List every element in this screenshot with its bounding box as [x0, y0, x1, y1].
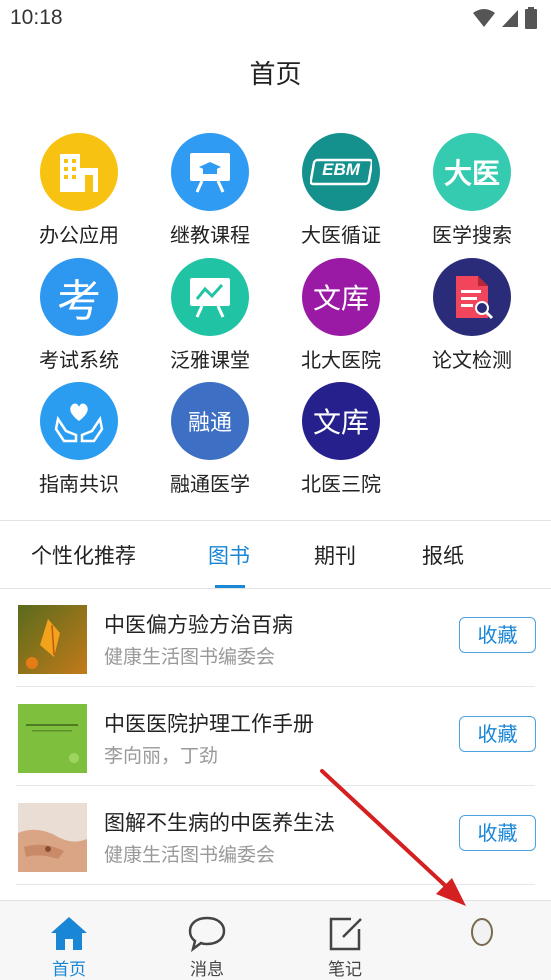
app-office[interactable]: 办公应用	[14, 130, 144, 248]
home-icon	[51, 917, 87, 950]
nav-notes[interactable]: 笔记	[276, 901, 414, 980]
nav-label: 消息	[190, 960, 224, 980]
app-rongtong-medicine[interactable]: 融通 融通医学	[145, 379, 275, 497]
signal-icon	[502, 10, 518, 27]
nav-home[interactable]: 首页	[0, 901, 138, 980]
book-author: 健康生活图书编委会	[104, 646, 276, 668]
book-list-item[interactable]: 中医医院护理工作手册 李向丽，丁劲 收藏	[0, 688, 551, 786]
app-medical-search[interactable]: 大医 医学搜索	[407, 130, 537, 248]
status-bar: 10:18	[0, 0, 551, 38]
exam-icon: 考	[40, 258, 118, 336]
library-logo-text: 文库	[312, 406, 369, 439]
app-label: 北医三院	[301, 472, 381, 496]
heart-hands-icon	[40, 382, 118, 460]
book-cover	[18, 803, 87, 872]
library-logo-text: 文库	[312, 282, 369, 315]
ebm-logo-icon: EBM	[302, 133, 380, 211]
book-list-item[interactable]: 图解不生病的中医养生法 健康生活图书编委会 收藏	[0, 787, 551, 885]
daiyi-logo-text: 大医	[443, 157, 500, 190]
favorite-button[interactable]: 收藏	[459, 716, 536, 752]
row-divider	[16, 884, 535, 885]
ebm-logo-text: EBM	[322, 160, 360, 179]
office-building-icon	[40, 133, 118, 211]
row-divider	[16, 686, 535, 687]
rongtong-logo-text: 融通	[187, 411, 232, 436]
content-tabs: 个性化推荐 图书 期刊 报纸	[0, 522, 551, 588]
tab-books[interactable]: 图书	[208, 540, 250, 570]
favorite-button[interactable]: 收藏	[459, 617, 536, 653]
tab-recommended[interactable]: 个性化推荐	[31, 540, 136, 570]
rongtong-logo-icon: 融通	[171, 382, 249, 460]
book-author: 李向丽，丁劲	[104, 745, 219, 767]
app-label: 大医循证	[301, 223, 381, 247]
book-title: 图解不生病的中医养生法	[104, 811, 335, 835]
exam-logo-text: 考	[57, 276, 101, 327]
book-cover	[18, 704, 87, 773]
note-edit-icon	[329, 917, 362, 951]
app-label: 医学搜索	[432, 223, 512, 247]
app-label: 泛雅课堂	[170, 348, 250, 372]
tab-newspapers[interactable]: 报纸	[422, 540, 464, 570]
app-pku-hospital[interactable]: 文库 北大医院	[276, 255, 406, 373]
daiyi-logo-icon: 大医	[433, 133, 511, 211]
app-label: 办公应用	[39, 223, 119, 247]
favorite-button[interactable]: 收藏	[459, 815, 536, 851]
app-label: 继教课程	[170, 223, 250, 247]
book-cover	[18, 605, 87, 674]
app-label: 论文检测	[432, 348, 512, 372]
library-icon: 文库	[302, 382, 380, 460]
app-label: 指南共识	[39, 472, 119, 496]
book-list-item[interactable]: 中医偏方验方治百病 健康生活图书编委会 收藏	[0, 589, 551, 687]
app-guidelines[interactable]: 指南共识	[14, 379, 144, 497]
status-icons	[473, 7, 537, 29]
app-label: 融通医学	[170, 472, 250, 496]
page-title: 首页	[249, 60, 302, 90]
nav-label: 首页	[52, 960, 86, 980]
library-icon: 文库	[302, 258, 380, 336]
presentation-board-icon	[171, 133, 249, 211]
app-continuing-education[interactable]: 继教课程	[145, 130, 275, 248]
book-title: 中医医院护理工作手册	[104, 712, 314, 736]
app-label: 北大医院	[301, 348, 381, 372]
app-exam-system[interactable]: 考 考试系统	[14, 255, 144, 373]
section-divider	[0, 520, 551, 521]
app-ebm[interactable]: EBM 大医循证	[276, 130, 406, 248]
row-divider	[16, 785, 535, 786]
nav-profile[interactable]	[413, 901, 551, 980]
book-author: 健康生活图书编委会	[104, 844, 276, 866]
app-fanya-classroom[interactable]: 泛雅课堂	[145, 255, 275, 373]
book-title: 中医偏方验方治百病	[104, 613, 293, 637]
tab-journals[interactable]: 期刊	[314, 540, 356, 570]
nav-messages[interactable]: 消息	[138, 901, 276, 980]
app-label: 考试系统	[39, 348, 119, 372]
app-pku-third-hospital[interactable]: 文库 北医三院	[276, 379, 406, 497]
battery-icon	[525, 7, 537, 29]
status-time: 10:18	[10, 6, 63, 29]
nav-label: 笔记	[328, 960, 362, 980]
app-paper-check[interactable]: 论文检测	[407, 255, 537, 373]
document-search-icon	[433, 258, 511, 336]
bottom-nav: 首页 消息 笔记	[0, 900, 551, 980]
chart-board-icon	[171, 258, 249, 336]
chat-bubble-icon	[188, 916, 226, 953]
profile-icon	[471, 918, 493, 946]
wifi-icon	[473, 9, 495, 27]
